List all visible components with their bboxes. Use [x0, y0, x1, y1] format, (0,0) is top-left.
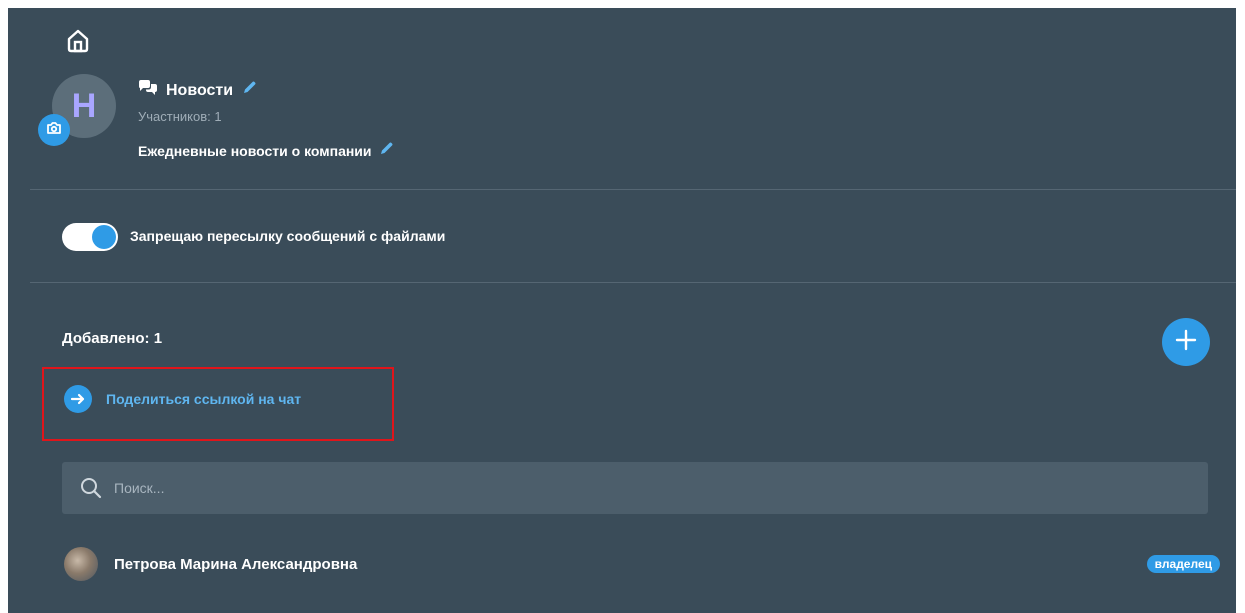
added-count: Добавлено: 1	[62, 330, 163, 347]
divider	[30, 189, 1236, 190]
share-link-button[interactable]: Поделиться ссылкой на чат	[64, 385, 301, 413]
forward-restriction-toggle[interactable]	[62, 223, 118, 251]
divider	[30, 282, 1236, 283]
edit-title-pencil-icon[interactable]	[241, 80, 257, 101]
participant-name: Петрова Марина Александровна	[114, 555, 358, 573]
search-icon	[80, 477, 102, 499]
members-count: Участников: 1	[138, 109, 222, 124]
forward-restriction-label: Запрещаю пересылку сообщений с файлами	[130, 228, 446, 244]
chat-title-row: Новости	[138, 80, 257, 101]
chat-description-row: Ежедневные новости о компании	[138, 141, 394, 160]
chat-settings-panel: Н Новости Участников: 1 Ежедневные новос…	[8, 8, 1236, 613]
toggle-knob	[92, 225, 116, 249]
participant-row[interactable]: Петрова Марина Александровна владелец	[64, 546, 1224, 582]
search-box	[62, 462, 1208, 514]
home-icon[interactable]	[64, 26, 92, 54]
role-badge: владелец	[1146, 555, 1220, 573]
change-avatar-button[interactable]	[38, 114, 70, 146]
avatar-letter: Н	[71, 86, 97, 125]
add-participant-button[interactable]	[1162, 318, 1210, 366]
edit-description-pencil-icon[interactable]	[378, 141, 394, 160]
user-avatar	[64, 547, 98, 581]
chat-bubbles-icon	[138, 80, 158, 101]
chat-title: Новости	[166, 81, 234, 99]
arrow-right-icon	[64, 385, 92, 413]
plus-icon	[1174, 328, 1198, 357]
chat-description: Ежедневные новости о компании	[138, 142, 372, 159]
search-input[interactable]	[112, 479, 1196, 497]
share-link-label: Поделиться ссылкой на чат	[106, 391, 302, 407]
camera-icon	[45, 119, 63, 142]
